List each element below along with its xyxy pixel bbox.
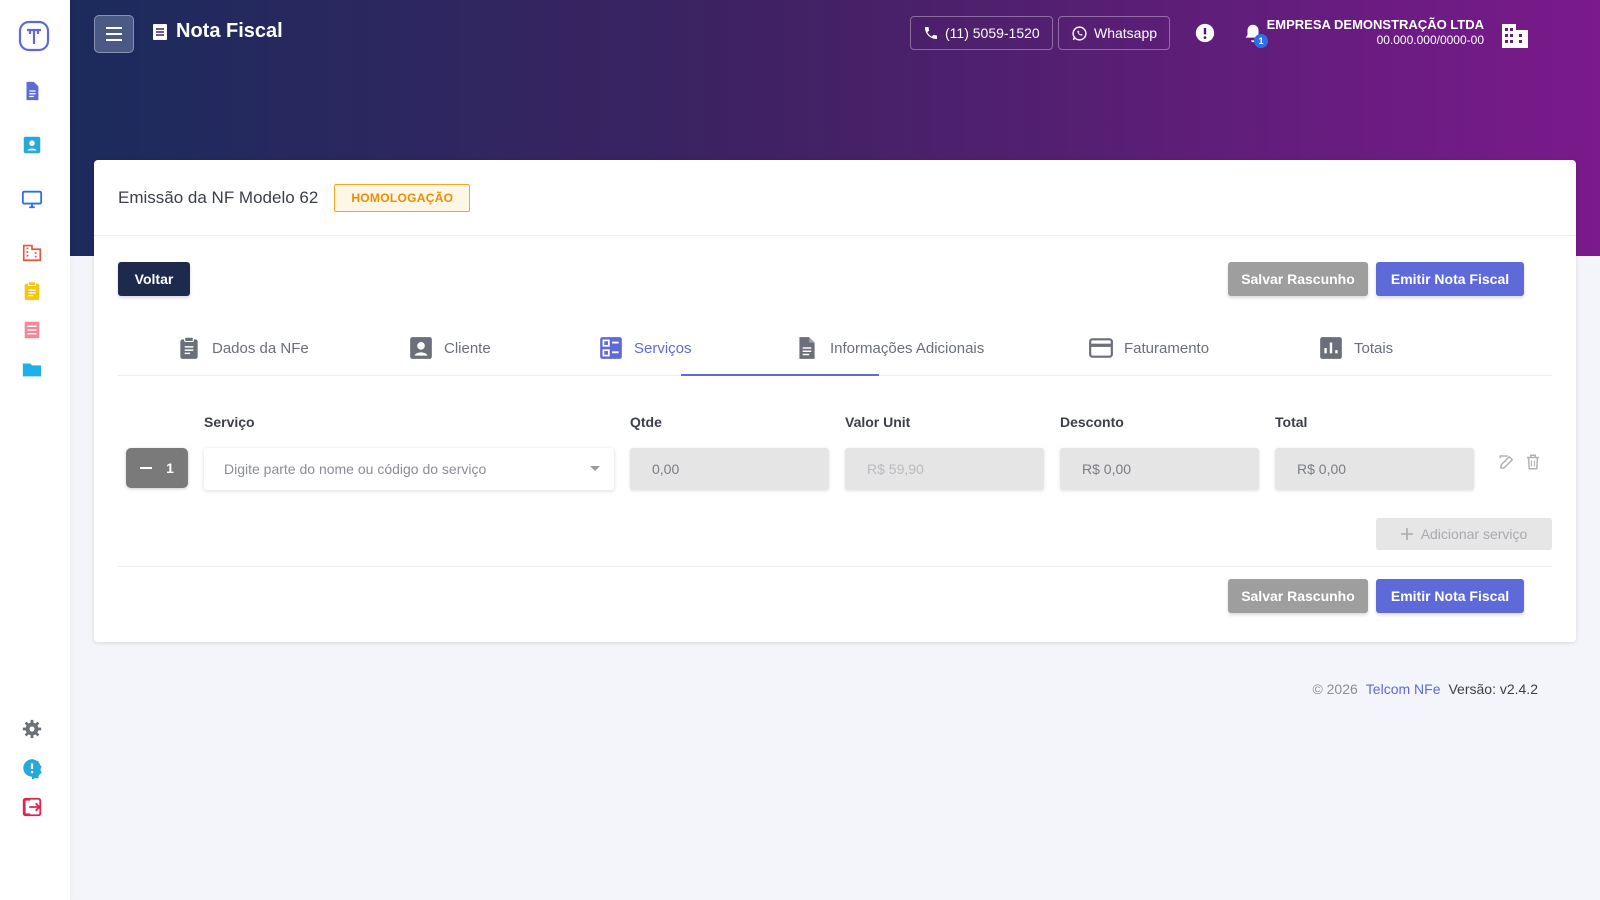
notifications-icon[interactable]: 1 (1242, 22, 1268, 48)
add-service-label: Adicionar serviço (1420, 526, 1528, 542)
service-select[interactable]: Digite parte do nome ou código do serviç… (204, 448, 614, 490)
qty-field[interactable]: 0,00 (630, 448, 829, 490)
active-tab-indicator (681, 374, 879, 376)
sidebar-logout-icon[interactable] (21, 796, 43, 818)
alert-badge-icon[interactable] (1194, 22, 1216, 44)
card-header: Emissão da NF Modelo 62 HOMOLOGAÇÃO (94, 160, 1576, 236)
footer-brand-link[interactable]: Telcom NFe (1366, 681, 1441, 697)
services-icon (600, 337, 622, 359)
column-service: Serviço (204, 414, 255, 430)
company-info: EMPRESA DEMONSTRAÇÃO LTDA 00.000.000/000… (1267, 17, 1484, 47)
phone-icon (925, 27, 937, 39)
sidebar-clipboard-icon[interactable] (21, 280, 43, 302)
tab-servicos[interactable]: Serviços (598, 320, 692, 376)
tab-label: Faturamento (1124, 339, 1210, 357)
phone-button[interactable]: (11) 5059-1520 (910, 16, 1053, 50)
company-cnpj: 00.000.000/0000-00 (1376, 33, 1484, 47)
sidebar-settings-icon[interactable] (21, 718, 43, 740)
emit-invoice-button-top[interactable]: Emitir Nota Fiscal (1376, 262, 1524, 296)
whatsapp-label: Whatsapp (1094, 25, 1158, 41)
discount-field[interactable]: R$ 0,00 (1060, 448, 1259, 490)
tab-faturamento[interactable]: Faturamento (1088, 320, 1209, 376)
sidebar-building-icon[interactable] (21, 241, 43, 263)
phone-label: (11) 5059-1520 (945, 25, 1040, 41)
page-title-text: Nota Fiscal (176, 20, 283, 42)
total-field[interactable]: R$ 0,00 (1275, 448, 1474, 490)
page-title: Nota Fiscal (152, 20, 283, 43)
footer-copyright: © 2026 (1312, 681, 1358, 697)
save-draft-button-bottom[interactable]: Salvar Rascunho (1228, 579, 1368, 613)
tab-dados-nfe[interactable]: Dados da NFe (176, 320, 309, 376)
form-tabs: Dados da NFe Cliente Serviços Informaçõe… (118, 320, 1552, 376)
sidebar-folder-icon[interactable] (21, 358, 43, 380)
back-button[interactable]: Voltar (118, 262, 190, 296)
company-building-icon[interactable] (1500, 20, 1530, 48)
card-title: Emissão da NF Modelo 62 (118, 187, 319, 207)
emit-invoice-button-bottom[interactable]: Emitir Nota Fiscal (1376, 579, 1524, 613)
company-name: EMPRESA DEMONSTRAÇÃO LTDA (1266, 17, 1484, 32)
environment-badge: HOMOLOGAÇÃO (334, 183, 471, 212)
tab-label: Serviços (634, 339, 692, 357)
app-logo-icon[interactable] (18, 20, 50, 52)
sidebar-document-icon[interactable] (21, 80, 43, 102)
footer: © 2026 Telcom NFe Versão: v2.4.2 (1312, 681, 1538, 697)
receipt-icon (153, 23, 167, 40)
clipboard-icon (180, 336, 198, 359)
column-discount: Desconto (1060, 414, 1124, 430)
document-icon (799, 337, 815, 359)
unit-value-field[interactable]: R$ 59,90 (845, 448, 1044, 490)
sidebar-alert-icon[interactable] (21, 757, 43, 779)
plus-icon (1400, 528, 1413, 540)
save-draft-button-top[interactable]: Salvar Rascunho (1228, 262, 1368, 296)
service-select-placeholder: Digite parte do nome ou código do serviç… (224, 461, 487, 477)
invoice-card: Emissão da NF Modelo 62 HOMOLOGAÇÃO Volt… (94, 160, 1576, 642)
tab-informacoes-adicionais[interactable]: Informações Adicionais (794, 320, 984, 376)
column-qty: Qtde (630, 414, 662, 430)
trash-icon[interactable] (1524, 453, 1542, 471)
tab-cliente[interactable]: Cliente (408, 320, 491, 376)
divider (118, 566, 1552, 567)
tab-label: Totais (1354, 339, 1394, 357)
sidebar (0, 0, 70, 900)
tab-label: Cliente (444, 339, 491, 357)
add-service-button[interactable]: Adicionar serviço (1376, 518, 1552, 550)
credit-card-icon (1089, 338, 1113, 358)
edit-icon[interactable] (1498, 453, 1516, 471)
hamburger-icon (106, 27, 122, 41)
whatsapp-icon (1072, 25, 1087, 41)
bar-chart-icon (1320, 337, 1342, 359)
tab-totais[interactable]: Totais (1318, 320, 1393, 376)
whatsapp-button[interactable]: Whatsapp (1058, 16, 1171, 50)
tab-label: Informações Adicionais (830, 339, 985, 357)
remove-row-button[interactable]: 1 (126, 448, 188, 488)
sidebar-contact-icon[interactable] (21, 134, 43, 156)
column-total: Total (1275, 414, 1308, 430)
sidebar-list-icon[interactable] (21, 319, 43, 341)
minus-icon (140, 467, 153, 469)
column-unit-value: Valor Unit (845, 414, 911, 430)
chevron-down-icon (590, 466, 600, 471)
menu-toggle-button[interactable] (94, 15, 134, 53)
sidebar-monitor-icon[interactable] (21, 188, 43, 210)
footer-version: Versão: v2.4.2 (1448, 681, 1538, 697)
tab-label: Dados da NFe (212, 339, 309, 357)
row-index: 1 (166, 460, 174, 476)
contact-icon (410, 337, 432, 359)
